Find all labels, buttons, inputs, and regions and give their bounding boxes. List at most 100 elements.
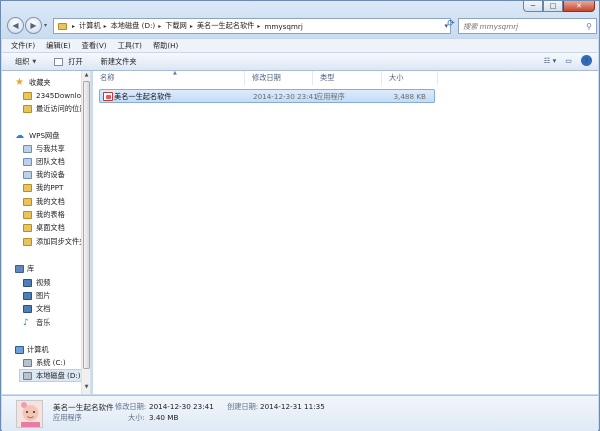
navigation-bar: ◀ ▶ ▾ ▸ 计算机 ▸ 本地磁盘 (D:) ▸ 下载网 ▸ 美名一生起名软件…	[5, 16, 597, 36]
column-header-name[interactable]: 名称	[93, 71, 245, 85]
open-button[interactable]: 打开	[54, 57, 83, 67]
detail-size-label: 大小:	[128, 413, 145, 422]
preview-pane-icon[interactable]: ▭	[565, 56, 572, 65]
detail-file-type: 应用程序	[53, 413, 82, 422]
chevron-right-icon[interactable]: ▸	[257, 23, 260, 30]
menu-file[interactable]: 文件(F)	[11, 41, 35, 51]
nav-label: 收藏夹	[29, 77, 51, 87]
menu-edit[interactable]: 编辑(E)	[46, 41, 71, 51]
file-size: 3,488 KB	[393, 92, 426, 101]
nav-item-add-sync-folder[interactable]: 添加同步文件夹	[23, 235, 83, 248]
device-icon	[23, 170, 32, 179]
file-type: 应用程序	[316, 92, 345, 101]
navigation-scrollbar[interactable]: ▲ ▼	[81, 71, 90, 394]
nav-computer[interactable]: 计算机	[15, 343, 90, 356]
breadcrumb-mmysqmrj[interactable]: mmysqmrj	[264, 22, 303, 31]
library-icon	[15, 264, 24, 273]
new-folder-label: 新建文件夹	[100, 56, 137, 66]
cloud-icon: ☁	[15, 130, 24, 141]
chevron-right-icon[interactable]: ▸	[158, 23, 161, 30]
window-controls: ─ □ ✕	[523, 1, 595, 12]
nav-wps-cloud[interactable]: ☁ WPS网盘	[15, 129, 90, 142]
explorer-window: ─ □ ✕ ◀ ▶ ▾ ▸ 计算机 ▸ 本地磁盘 (D:) ▸ 下载网 ▸ 美名…	[0, 0, 600, 431]
nav-label: 计算机	[27, 344, 49, 354]
column-header-size[interactable]: 大小	[382, 71, 438, 85]
breadcrumb-meiming[interactable]: 美名一生起名软件	[197, 21, 255, 31]
recent-pages-dropdown[interactable]: ▾	[44, 22, 47, 29]
nav-label: 我的文档	[36, 196, 65, 206]
nav-libraries[interactable]: 库	[15, 262, 90, 275]
close-button[interactable]: ✕	[563, 1, 595, 12]
nav-label: 添加同步文件夹	[36, 236, 83, 246]
file-thumbnail	[16, 400, 43, 428]
search-box[interactable]: ⚲	[458, 18, 597, 34]
organize-button[interactable]: 组织 ▼	[15, 57, 36, 67]
chevron-right-icon[interactable]: ▸	[72, 23, 75, 30]
details-pane: 美名一生起名软件 应用程序 修改日期: 2014-12-30 23:41 大小:…	[2, 395, 598, 431]
back-arrow-icon: ◀	[12, 21, 19, 30]
forward-arrow-icon: ▶	[30, 21, 37, 30]
navigation-pane: ★ 收藏夹 2345Downloads 最近访问的位置 ☁ WPS网盘 与我共享…	[2, 71, 91, 394]
address-bar[interactable]: ▸ 计算机 ▸ 本地磁盘 (D:) ▸ 下载网 ▸ 美名一生起名软件 ▸ mmy…	[53, 18, 451, 34]
nav-label: 我的表格	[36, 209, 65, 219]
menu-bar: 文件(F) 编辑(E) 查看(V) 工具(T) 帮助(H)	[2, 38, 598, 52]
scroll-down-icon[interactable]: ▼	[82, 384, 91, 393]
nav-item-drive-d[interactable]: 本地磁盘 (D:)	[19, 369, 83, 382]
chevron-right-icon[interactable]: ▸	[104, 23, 107, 30]
folder-icon	[23, 223, 32, 232]
file-row[interactable]: 美名一生起名软件 2014-12-30 23:41 应用程序 3,488 KB	[99, 89, 435, 103]
menu-help[interactable]: 帮助(H)	[153, 41, 178, 51]
column-header-date[interactable]: 修改日期	[245, 71, 313, 85]
scroll-up-icon[interactable]: ▲	[82, 72, 91, 81]
search-input[interactable]	[463, 21, 581, 31]
menu-tools[interactable]: 工具(T)	[118, 41, 142, 51]
search-icon[interactable]: ⚲	[586, 22, 592, 31]
folder-icon	[23, 210, 32, 219]
picture-icon	[23, 291, 32, 300]
refresh-icon[interactable]: ⟳	[445, 19, 457, 33]
menu-view[interactable]: 查看(V)	[82, 41, 107, 51]
file-list: ▲ 名称 修改日期 类型 大小 美名一生起名软件 2014-12-30 23:4…	[93, 70, 598, 394]
chevron-down-icon: ▼	[32, 58, 37, 65]
breadcrumb-computer[interactable]: 计算机	[79, 21, 101, 31]
nav-favorites[interactable]: ★ 收藏夹	[15, 76, 90, 89]
drive-icon	[23, 358, 32, 367]
nav-label: 团队文档	[36, 156, 65, 166]
breadcrumb-xiazaiwang[interactable]: 下载网	[165, 21, 187, 31]
nav-label: 视频	[36, 277, 51, 287]
command-bar: 组织 ▼ 打开 新建文件夹 ☷ ▾ ▭ ?	[2, 52, 598, 71]
forward-button[interactable]: ▶	[25, 17, 42, 34]
computer-icon	[58, 22, 67, 30]
computer-icon	[15, 345, 24, 354]
open-icon	[54, 57, 64, 66]
nav-label: 我的设备	[36, 169, 65, 179]
baby-photo-icon	[17, 401, 42, 427]
video-icon	[23, 278, 32, 287]
scrollbar-thumb[interactable]	[83, 81, 90, 369]
detail-size-value: 3.40 MB	[149, 413, 179, 422]
drive-icon	[23, 371, 32, 380]
view-options-icon[interactable]: ☷ ▾	[544, 56, 556, 65]
file-name: 美名一生起名软件	[114, 92, 172, 101]
detail-modified-value: 2014-12-30 23:41	[149, 402, 214, 411]
star-icon: ★	[15, 77, 24, 88]
file-date: 2014-12-30 23:41	[253, 92, 318, 101]
detail-modified-label: 修改日期:	[115, 402, 147, 411]
help-icon[interactable]: ?	[581, 55, 592, 66]
column-header-type[interactable]: 类型	[313, 71, 382, 85]
organize-label: 组织	[15, 56, 30, 66]
minimize-button[interactable]: ─	[523, 1, 543, 12]
view-controls: ☷ ▾ ▭ ?	[535, 55, 592, 66]
application-icon	[103, 92, 113, 101]
maximize-button[interactable]: □	[543, 1, 563, 12]
chevron-right-icon[interactable]: ▸	[190, 23, 193, 30]
back-button[interactable]: ◀	[7, 17, 24, 34]
folder-icon	[23, 183, 32, 192]
recent-places-icon	[23, 104, 32, 113]
nav-label: 本地磁盘 (D:)	[36, 370, 81, 380]
breadcrumb-drive-d[interactable]: 本地磁盘 (D:)	[111, 21, 156, 31]
new-folder-button[interactable]: 新建文件夹	[101, 57, 137, 67]
document-icon	[23, 304, 32, 313]
detail-created-value: 2014-12-31 11:35	[260, 402, 325, 411]
detail-created-label: 创建日期:	[227, 402, 259, 411]
